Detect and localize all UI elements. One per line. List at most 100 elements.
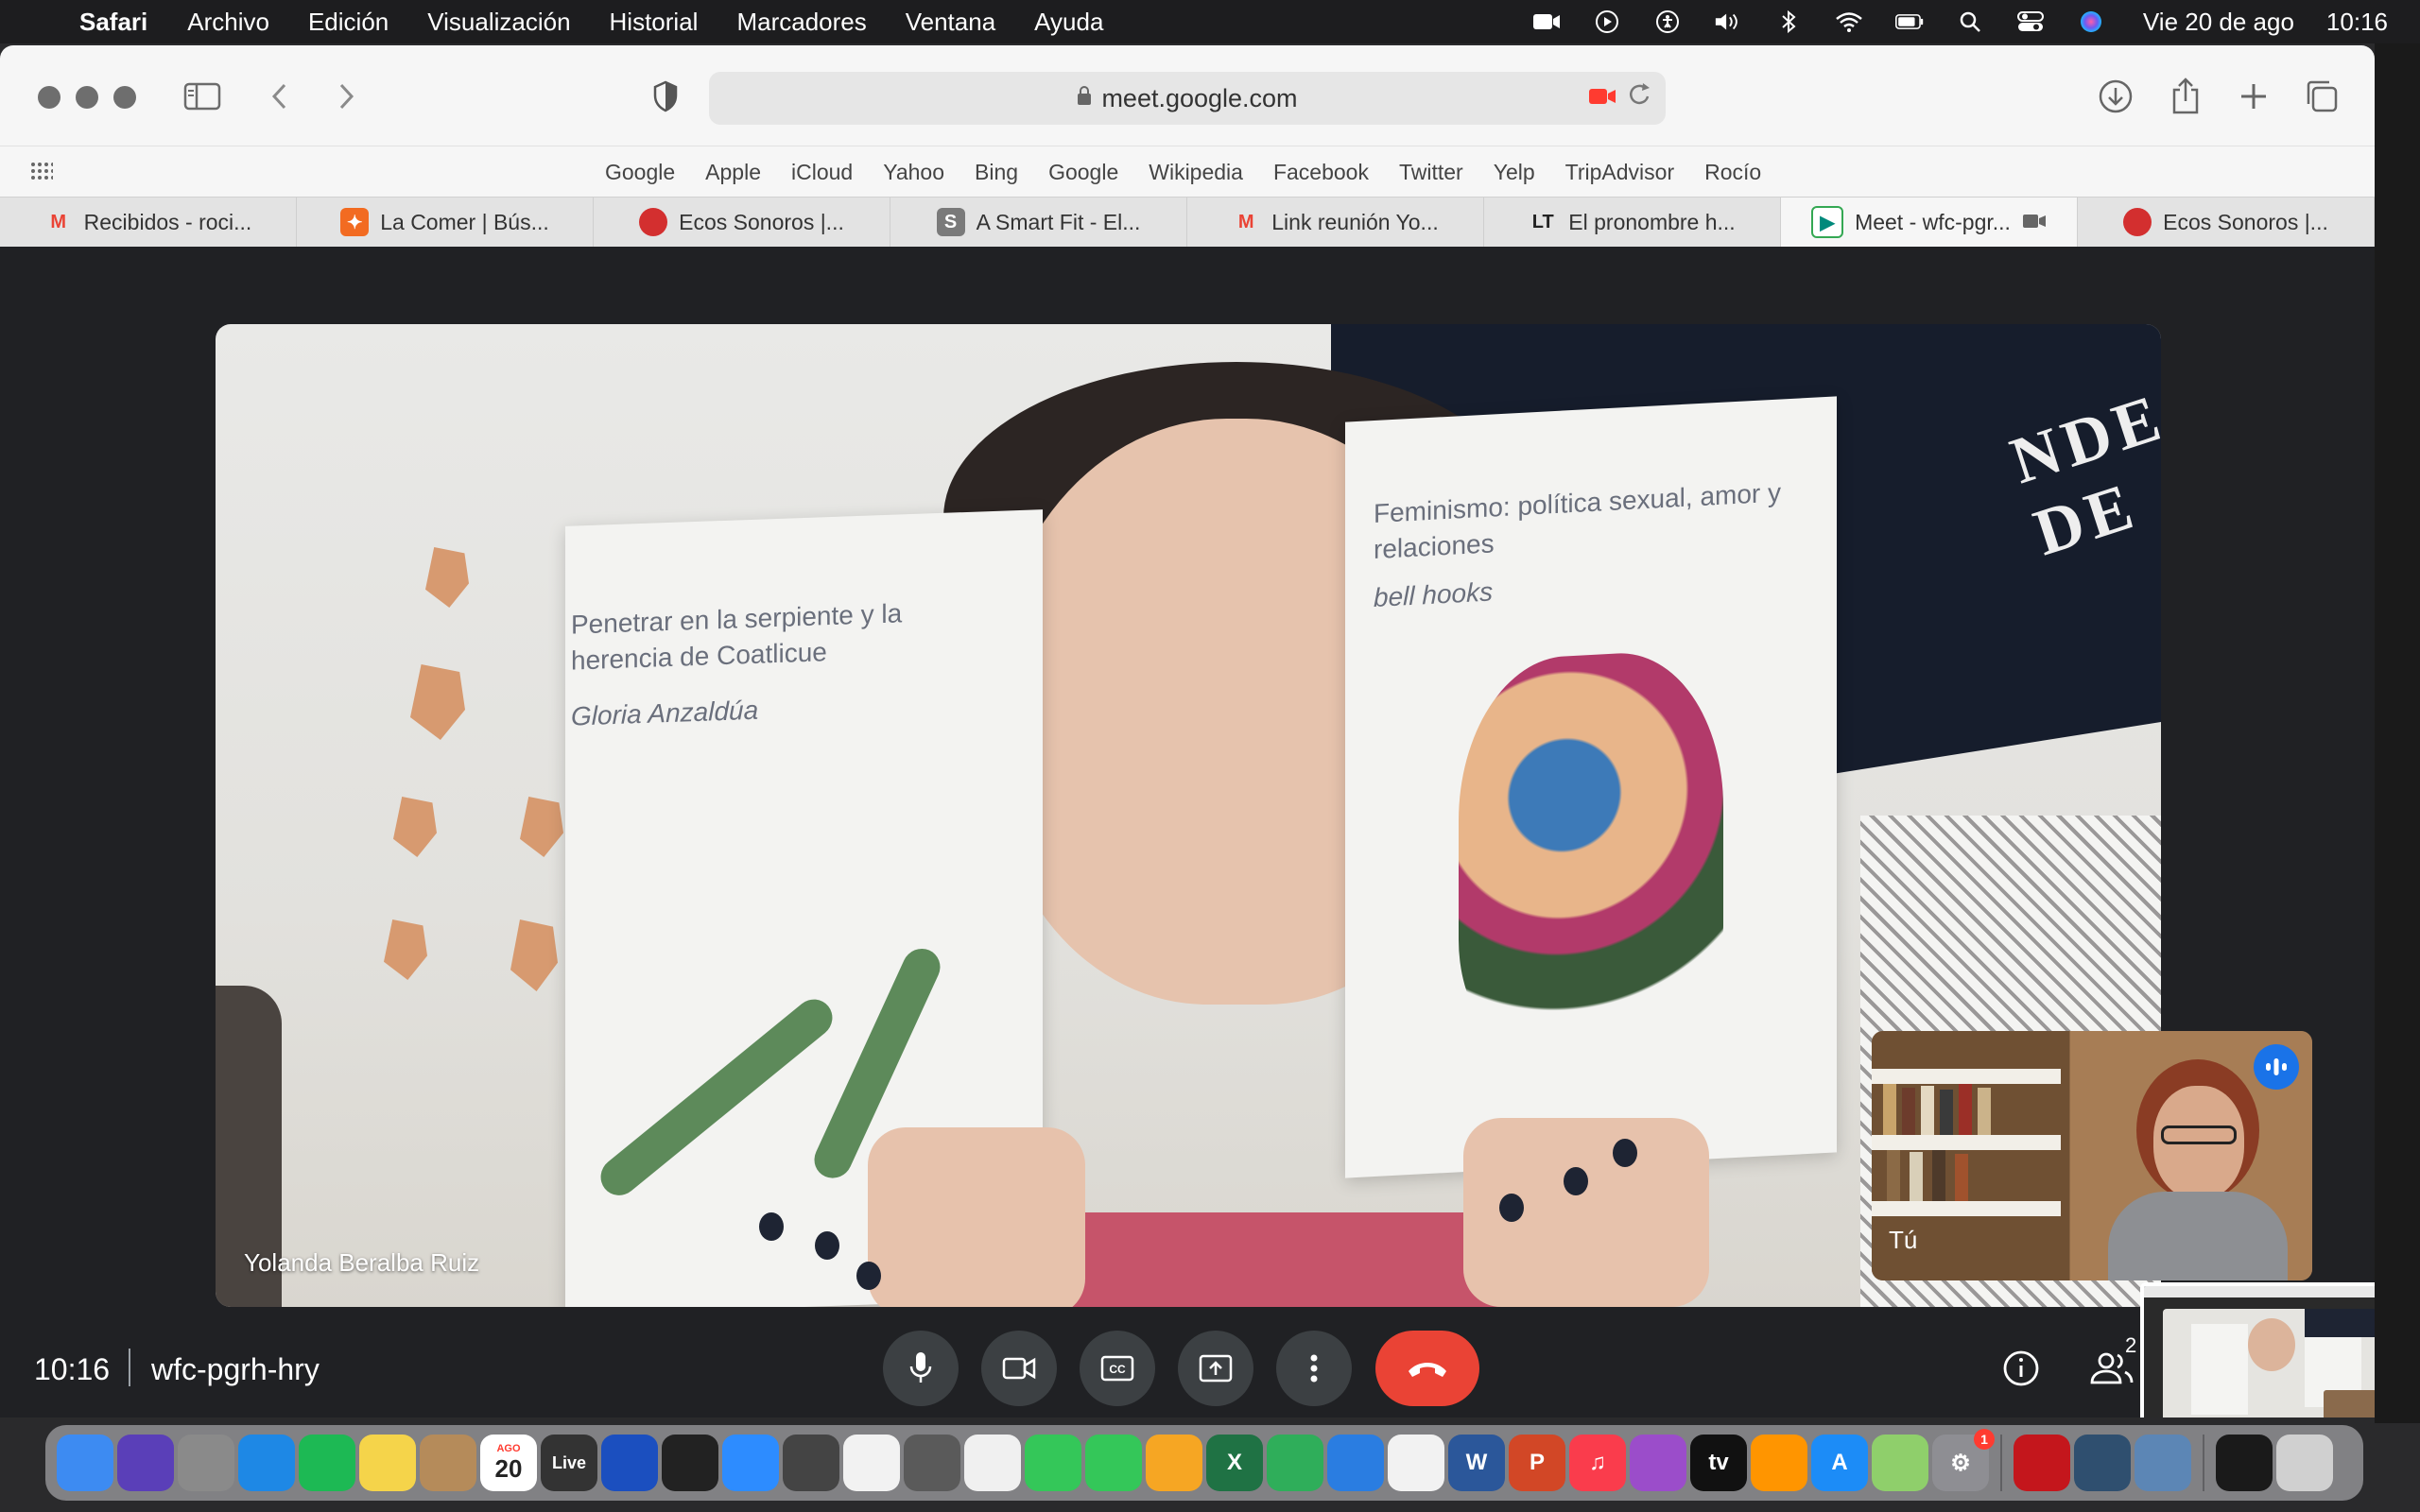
menu-ayuda[interactable]: Ayuda [1034, 8, 1103, 37]
browser-tab[interactable]: S A Smart Fit - El... [890, 198, 1187, 247]
control-center-icon[interactable] [2016, 9, 2045, 34]
favorite-google-2[interactable]: Google [1048, 160, 1118, 185]
favorite-yelp[interactable]: Yelp [1494, 160, 1535, 185]
sidebar-toggle-icon[interactable] [182, 77, 223, 115]
excel-icon[interactable]: X [1206, 1435, 1263, 1491]
app-store-icon[interactable]: A [1811, 1435, 1868, 1491]
present-screen-button[interactable] [1178, 1331, 1253, 1406]
ableton-live-icon[interactable]: Live [541, 1435, 597, 1491]
new-tab-icon[interactable] [2233, 76, 2274, 117]
photo-booth-icon[interactable] [904, 1435, 960, 1491]
meeting-code[interactable]: wfc-pgrh-hry [151, 1352, 320, 1387]
browser-tab[interactable]: M Link reunión Yo... [1187, 198, 1484, 247]
picture-in-picture-preview[interactable] [2140, 1282, 2375, 1418]
more-options-button[interactable] [1276, 1331, 1352, 1406]
contacts-icon[interactable] [420, 1435, 476, 1491]
screen-record-icon[interactable] [1532, 9, 1561, 34]
downloads-icon[interactable] [2095, 76, 2136, 117]
favorite-rocio[interactable]: Rocío [1704, 160, 1761, 185]
menu-app-name[interactable]: Safari [79, 8, 147, 37]
zoom-window-button[interactable] [113, 86, 136, 109]
tab-overview-icon[interactable] [2301, 76, 2342, 117]
self-view-tile[interactable]: Tú [1872, 1031, 2312, 1280]
browser-tab[interactable]: M Recibidos - roci... [0, 198, 297, 247]
privacy-shield-icon[interactable] [648, 77, 683, 115]
pages-icon[interactable] [1146, 1435, 1202, 1491]
finder-icon[interactable] [57, 1435, 113, 1491]
favorite-wikipedia[interactable]: Wikipedia [1149, 160, 1243, 185]
favorite-icloud[interactable]: iCloud [791, 160, 853, 185]
menu-date[interactable]: Vie 20 de ago [2143, 8, 2294, 37]
acrobat-icon[interactable] [2014, 1435, 2070, 1491]
screen-icon[interactable] [2216, 1435, 2273, 1491]
trash-icon[interactable] [2276, 1435, 2333, 1491]
menu-historial[interactable]: Historial [610, 8, 699, 37]
messages-icon[interactable] [1025, 1435, 1081, 1491]
favorite-bing[interactable]: Bing [975, 160, 1018, 185]
share-icon[interactable] [2165, 74, 2206, 117]
battery-icon[interactable] [1894, 9, 1924, 34]
captions-button[interactable]: CC [1080, 1331, 1155, 1406]
spotify-icon[interactable] [299, 1435, 355, 1491]
menu-marcadores[interactable]: Marcadores [736, 8, 866, 37]
system-preferences-icon[interactable]: ⚙ 1 [1932, 1429, 1995, 1491]
favorite-facebook[interactable]: Facebook [1273, 160, 1369, 185]
browser-tab[interactable]: ✦ La Comer | Bús... [297, 198, 594, 247]
piano-icon[interactable] [662, 1435, 718, 1491]
camera-button[interactable] [981, 1331, 1057, 1406]
siri-icon[interactable] [117, 1435, 174, 1491]
favorite-tripadvisor[interactable]: TripAdvisor [1565, 160, 1674, 185]
zoom-icon[interactable] [722, 1435, 779, 1491]
back-arrow-icon[interactable] [265, 77, 295, 115]
music-icon[interactable]: ♫ [1569, 1435, 1626, 1491]
reload-icon[interactable] [1628, 81, 1652, 114]
volume-icon[interactable] [1714, 9, 1742, 34]
play-icon[interactable] [1593, 9, 1621, 34]
chrome-icon[interactable] [1388, 1435, 1444, 1491]
podcasts-icon[interactable] [1630, 1435, 1686, 1491]
menu-ventana[interactable]: Ventana [906, 8, 995, 37]
bluetooth-icon[interactable] [1774, 9, 1803, 34]
browser-tab[interactable]: Ecos Sonoros |... [2078, 198, 2375, 247]
close-window-button[interactable] [38, 86, 60, 109]
powerpoint-icon[interactable]: P [1509, 1435, 1565, 1491]
launchpad-icon[interactable] [178, 1435, 234, 1491]
forward-arrow-icon[interactable] [331, 77, 361, 115]
wifi-icon[interactable] [1835, 9, 1863, 34]
reminders-icon[interactable] [843, 1435, 900, 1491]
menu-edicion[interactable]: Edición [308, 8, 389, 37]
minimize-window-button[interactable] [76, 86, 98, 109]
address-bar[interactable]: meet.google.com [709, 72, 1666, 125]
main-participant-video[interactable]: NDE DE Penetrar en la serpiente y la her… [216, 324, 2161, 1307]
safari-icon[interactable] [238, 1435, 295, 1491]
calendar-icon[interactable]: AGO 20 [480, 1435, 537, 1491]
microphone-button[interactable] [883, 1331, 959, 1406]
camera-in-use-icon[interactable] [1588, 85, 1616, 108]
numbers-icon[interactable] [1267, 1435, 1323, 1491]
word-icon[interactable]: W [1448, 1435, 1505, 1491]
menu-archivo[interactable]: Archivo [187, 8, 269, 37]
notes-icon[interactable] [359, 1435, 416, 1491]
siri-icon[interactable] [2077, 9, 2105, 34]
menu-visualizacion[interactable]: Visualización [427, 8, 570, 37]
browser-tab[interactable]: Ecos Sonoros |... [594, 198, 890, 247]
favorite-twitter[interactable]: Twitter [1399, 160, 1463, 185]
favorite-yahoo[interactable]: Yahoo [883, 160, 944, 185]
preview-icon[interactable] [2135, 1435, 2191, 1491]
accessibility-icon[interactable] [1653, 9, 1682, 34]
calculator-icon[interactable] [783, 1435, 839, 1491]
facetime-icon[interactable] [1085, 1435, 1142, 1491]
browser-tab[interactable]: LT El pronombre h... [1484, 198, 1781, 247]
apps-grid-icon[interactable] [30, 162, 55, 184]
photos-icon[interactable] [964, 1435, 1021, 1491]
books-icon[interactable] [1751, 1435, 1807, 1491]
maps-icon[interactable] [1872, 1435, 1928, 1491]
meeting-details-button[interactable] [1991, 1338, 2051, 1399]
menu-clock[interactable]: 10:16 [2326, 8, 2388, 37]
favorite-google[interactable]: Google [605, 160, 675, 185]
quicktime-icon[interactable] [2074, 1435, 2131, 1491]
keynote-icon[interactable] [1327, 1435, 1384, 1491]
apple-tv-icon[interactable]: tv [1690, 1435, 1747, 1491]
leave-call-button[interactable] [1375, 1331, 1479, 1406]
audacity-icon[interactable] [601, 1435, 658, 1491]
